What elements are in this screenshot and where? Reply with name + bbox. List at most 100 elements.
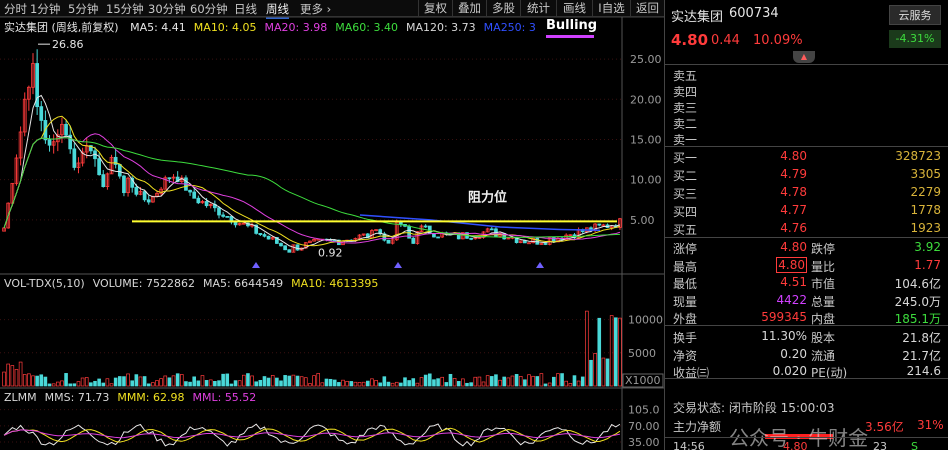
volume-bar (250, 375, 254, 387)
tool-button-0[interactable]: 复权 (418, 0, 452, 16)
bid-volume: 1778 (910, 203, 941, 217)
tool-button-4[interactable]: 画线 (556, 0, 592, 16)
bid-volume: 328723 (895, 149, 941, 163)
volume-bar (299, 376, 304, 387)
volume-bar (2, 371, 6, 387)
main-chart-title: 实达集团 (周线,前复权) (4, 21, 119, 34)
stat-value-text: 4.80 (776, 256, 807, 273)
main-chart-legend: 实达集团 (周线,前复权) MA5: 4.41 MA10: 4.05 MA20: 3… (4, 19, 552, 35)
timeframe-tab-0[interactable]: 分时 (4, 1, 27, 17)
bid-row[interactable]: 买二 4.79 3305 (665, 166, 948, 184)
timeframe-tab-3[interactable]: 15分钟 (106, 1, 144, 17)
bid-row[interactable]: 买四 4.77 1778 (665, 202, 948, 220)
volume-bar (506, 377, 511, 387)
volume-bar (151, 382, 155, 387)
timeframe-tab-8[interactable]: 更多 › (300, 1, 331, 17)
timeframe-tab-5[interactable]: 60分钟 (190, 1, 228, 17)
volume-bar (122, 376, 126, 387)
candle-body (167, 177, 172, 180)
timeframe-tab-4[interactable]: 30分钟 (148, 1, 186, 17)
volume-bar (390, 382, 395, 387)
volume-bar (208, 379, 213, 387)
volume-bar (221, 373, 225, 387)
candle-body (233, 221, 238, 226)
volume-bar (279, 380, 283, 387)
signal-arrow-icon (536, 262, 544, 268)
volume-bar (242, 374, 246, 387)
candle-body (399, 221, 403, 225)
tool-button-1[interactable]: 叠加 (452, 0, 486, 16)
stat-label: 净资 (673, 348, 698, 363)
volume-bar (572, 375, 577, 387)
bid-label: 买四 (673, 205, 698, 219)
zlmm-y-tick: 70.00 (628, 420, 660, 433)
timeframe-tab-6[interactable]: 日线 (234, 1, 257, 17)
volume-bar (200, 375, 205, 387)
chart-canvas[interactable]: 25.00 20.00 15.00 10.00 5.00 阻力位 26.86 0.92 1000… (0, 17, 664, 450)
tool-button-3[interactable]: 统计 (520, 0, 556, 16)
volume-bar (146, 383, 151, 387)
divider (665, 64, 948, 65)
volume-bar (266, 377, 271, 387)
volume-bar (246, 373, 250, 387)
volume-bar (332, 379, 337, 387)
tool-button-2[interactable]: 多股 (486, 0, 520, 16)
divider (665, 237, 948, 238)
tool-button-5[interactable]: I自选 (592, 0, 630, 16)
volume-bar (126, 373, 130, 387)
ma250-line (359, 214, 601, 232)
candle-body (386, 239, 391, 244)
volume-bar (14, 369, 19, 387)
stat-value-text: 0.20 (780, 346, 807, 361)
collapse-chevron-icon[interactable]: ▲ (793, 51, 815, 63)
volume-bar (535, 376, 540, 387)
volume-bar (485, 375, 490, 387)
period-toolbar: 分时 1分钟 5分钟 15分钟 30分钟 60分钟 日线 周线 更多 › 复权 叠加 多股 统计 画线 I自… (0, 0, 664, 19)
volume-bar (585, 310, 589, 387)
timeframe-tab-2[interactable]: 5分钟 (68, 1, 98, 17)
bulling-label: Bulling (546, 18, 598, 33)
volume-bar (378, 382, 382, 387)
candle-body (423, 225, 428, 228)
volume-bar (609, 315, 614, 387)
candle-body (204, 201, 209, 207)
volume-bar (196, 380, 201, 387)
volume-bar (93, 380, 97, 387)
volume-bar (618, 317, 622, 387)
bid-row[interactable]: 买三 4.78 2279 (665, 184, 948, 202)
volume-bar (76, 381, 81, 387)
tick-volume: 23 (873, 440, 887, 450)
volume-bar (97, 378, 101, 387)
divider (665, 378, 948, 379)
bid-label: 买二 (673, 169, 698, 183)
kline-chart-area[interactable]: 25.00 20.00 15.00 10.00 5.00 阻力位 26.86 0.92 1000… (0, 17, 664, 450)
stat-value: 4.51 (725, 275, 807, 289)
candle-body (39, 106, 44, 121)
volume-bar (589, 359, 593, 387)
ma-legend-item: MA60: 3.40 (335, 21, 398, 34)
volume-bar (101, 382, 106, 387)
bid-row[interactable]: 买五 4.76 1923 (665, 220, 948, 238)
timeframe-tab-1[interactable]: 1分钟 (30, 1, 60, 17)
stat-value: 21.8亿 (902, 331, 941, 345)
volume-bar (233, 380, 238, 387)
bid-row[interactable]: 买一 4.80 328723 (665, 148, 948, 166)
volume-unit-label: X1000 (625, 374, 661, 387)
candle-body (262, 234, 267, 237)
volume-bar (614, 317, 618, 387)
volume-bar (51, 383, 56, 387)
stat-value-text: 0.020 (772, 364, 807, 378)
tool-button-6[interactable]: 返回 (630, 0, 664, 16)
cloud-service-button[interactable]: 云服务 (889, 5, 941, 25)
volume-bar (411, 378, 416, 387)
volume-bar (262, 376, 267, 387)
bid-price: 4.76 (780, 221, 807, 235)
price-change-pct: 10.09% (753, 33, 803, 48)
volume-bar (461, 378, 465, 387)
volume-bar (394, 381, 399, 387)
main-net-value: 3.56亿 (865, 420, 904, 434)
volume-bar (593, 353, 597, 387)
stat-label: 总量 (811, 294, 836, 309)
volume-bar (456, 381, 461, 387)
candle-body (142, 191, 147, 201)
